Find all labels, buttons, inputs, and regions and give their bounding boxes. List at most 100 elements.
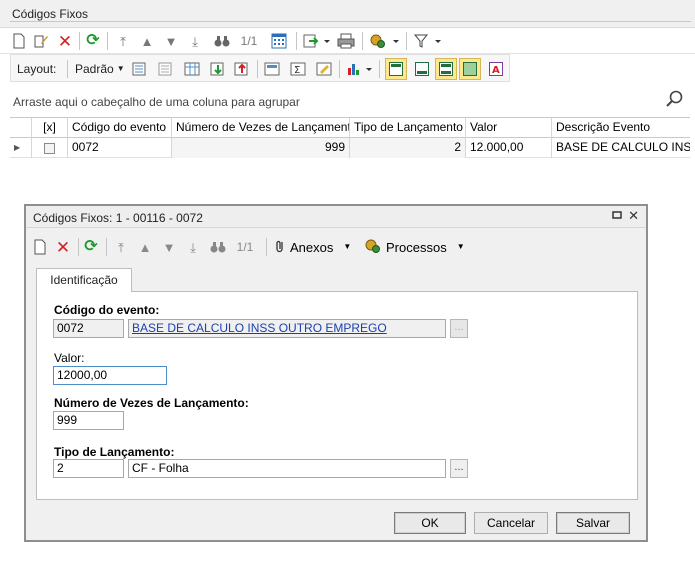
type-label: Tipo de Lançamento: (54, 445, 175, 459)
next-record-icon[interactable]: ▼ (162, 32, 180, 50)
column-header-times[interactable]: Número de Vezes de Lançamento (172, 118, 350, 138)
event-description-field[interactable]: BASE DE CALCULO INSS OUTRO EMPREGO (128, 319, 446, 338)
group-by-area[interactable]: Arraste aqui o cabeçalho de uma coluna p… (10, 86, 690, 118)
type-lookup-button[interactable]: ... (450, 459, 468, 478)
new-icon[interactable] (32, 238, 48, 256)
save-layout-icon[interactable] (131, 60, 149, 78)
previous-record-icon[interactable]: ▲ (138, 32, 156, 50)
last-record-icon[interactable]: ⤓ (186, 32, 204, 50)
type-code-field[interactable]: 2 (53, 459, 124, 478)
next-record-icon[interactable]: ▼ (160, 238, 178, 256)
delete-icon[interactable]: ✕ (54, 238, 72, 256)
maximize-icon[interactable] (612, 209, 622, 223)
type-description-field[interactable]: CF - Folha (128, 459, 446, 478)
new-icon[interactable] (10, 32, 28, 50)
layout-preset-dropdown[interactable]: Padrão ▼ (75, 61, 125, 77)
data-grid: [x] Código do evento Número de Vezes de … (10, 117, 690, 158)
last-record-icon[interactable]: ⤓ (184, 238, 202, 256)
event-lookup-button[interactable]: ... (450, 319, 468, 338)
summary-icon[interactable]: Σ (289, 60, 307, 78)
view-mode-1-icon[interactable] (385, 58, 407, 80)
title-divider (10, 21, 691, 22)
font-icon[interactable]: A (485, 58, 507, 80)
previous-record-icon[interactable]: ▲ (136, 238, 154, 256)
first-record-icon[interactable]: ⤒ (114, 32, 132, 50)
calendar-grid-icon[interactable] (270, 32, 288, 50)
processes-label: Processos (386, 239, 447, 255)
paperclip-icon (274, 239, 286, 255)
column-header-event-code[interactable]: Código do evento (68, 118, 172, 138)
column-header-type[interactable]: Tipo de Lançamento (350, 118, 466, 138)
print-icon[interactable] (336, 32, 356, 50)
cell-event-code[interactable]: 0072 (68, 138, 172, 158)
cell-times[interactable]: 999 (172, 138, 350, 158)
svg-text:Σ: Σ (294, 65, 300, 76)
export-icon[interactable] (302, 32, 332, 50)
attachments-menu[interactable]: Anexos ▼ (274, 238, 351, 256)
format-icon[interactable] (315, 60, 333, 78)
table-row[interactable]: ▶ 0072 999 2 12.000,00 BASE DE CALCULO I… (10, 138, 690, 158)
chevron-down-icon: ▼ (116, 64, 125, 73)
columns-icon[interactable] (183, 60, 201, 78)
cell-value[interactable]: 12.000,00 (466, 138, 552, 158)
refresh-icon[interactable]: ⟳ (82, 238, 100, 256)
grid-header-row: [x] Código do evento Número de Vezes de … (10, 118, 690, 138)
export-layout-icon[interactable] (233, 60, 251, 78)
view-mode-2-icon[interactable] (411, 58, 433, 80)
processes-icon (364, 238, 382, 256)
cancel-button[interactable]: Cancelar (474, 512, 548, 534)
times-field[interactable]: 999 (53, 411, 124, 430)
row-select-checkbox-cell (32, 138, 68, 158)
dialog-title: Códigos Fixos: 1 - 00116 - 0072 (33, 211, 203, 225)
view-mode-4-icon[interactable] (459, 58, 481, 80)
chevron-down-icon: ▼ (456, 242, 465, 251)
column-header-select[interactable]: [x] (32, 118, 68, 138)
column-header-value[interactable]: Valor (466, 118, 552, 138)
window-title: Códigos Fixos (12, 7, 89, 21)
attachments-label: Anexos (290, 239, 334, 255)
identification-panel: Código do evento: 0072 BASE DE CALCULO I… (36, 291, 638, 500)
tab-identificacao[interactable]: Identificação (36, 268, 132, 292)
event-code-field[interactable]: 0072 (53, 319, 124, 338)
close-icon[interactable]: ✕ (628, 208, 639, 224)
page-indicator: 1/1 (240, 34, 258, 48)
value-field[interactable]: 12000,00 (53, 366, 167, 385)
refresh-icon[interactable]: ⟳ (84, 32, 102, 50)
processes-icon[interactable] (368, 32, 402, 50)
find-icon[interactable] (212, 32, 232, 50)
edit-icon[interactable] (32, 32, 50, 50)
group-panel-icon[interactable] (263, 60, 281, 78)
chevron-down-icon: ▼ (343, 242, 352, 251)
times-label: Número de Vezes de Lançamento: (54, 396, 249, 410)
cell-description[interactable]: BASE DE CALCULO INSS OUTRO EMPREGO (552, 138, 690, 158)
find-icon[interactable] (208, 238, 228, 256)
cell-type[interactable]: 2 (350, 138, 466, 158)
view-mode-3-icon[interactable] (435, 58, 457, 80)
processes-menu[interactable]: Processos ▼ (364, 238, 465, 256)
event-description-link[interactable]: BASE DE CALCULO INSS OUTRO EMPREGO (132, 321, 387, 335)
chart-icon[interactable] (345, 60, 375, 78)
delete-layout-icon[interactable] (157, 60, 175, 78)
column-header-description[interactable]: Descrição Evento (552, 118, 690, 138)
layout-toolbar: Layout: Padrão ▼ Σ A (10, 54, 510, 82)
row-select-checkbox[interactable] (44, 142, 55, 154)
filter-icon[interactable] (412, 32, 444, 50)
delete-icon[interactable]: ✕ (56, 32, 74, 50)
row-indicator-header (10, 118, 32, 138)
dialog-title-bar: Códigos Fixos: 1 - 00116 - 0072 ✕ (26, 206, 646, 228)
value-label: Valor: (54, 351, 85, 365)
dialog-page-indicator: 1/1 (236, 240, 254, 254)
row-indicator-icon: ▶ (10, 138, 32, 158)
search-icon[interactable] (666, 90, 684, 113)
ok-button[interactable]: OK (394, 512, 466, 534)
svg-text:A: A (492, 65, 500, 76)
save-button[interactable]: Salvar (556, 512, 630, 534)
layout-label: Layout: (17, 62, 57, 76)
edit-dialog: Códigos Fixos: 1 - 00116 - 0072 ✕ ✕ ⟳ ⤒ … (24, 204, 648, 542)
layout-preset-label: Padrão (75, 62, 114, 76)
first-record-icon[interactable]: ⤒ (112, 238, 130, 256)
window-title-bar: Códigos Fixos (0, 0, 695, 28)
dialog-toolbar: ✕ ⟳ ⤒ ▲ ▼ ⤓ 1/1 Anexos ▼ Processos ▼ (26, 229, 646, 265)
group-by-hint: Arraste aqui o cabeçalho de uma coluna p… (13, 95, 300, 109)
import-layout-icon[interactable] (209, 60, 227, 78)
